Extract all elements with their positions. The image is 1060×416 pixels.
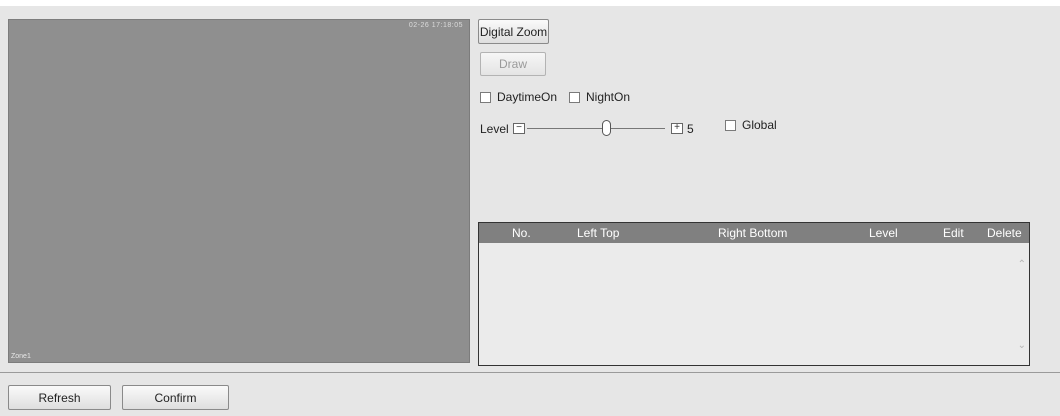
column-header-level: Level	[869, 226, 898, 240]
draw-button[interactable]: Draw	[480, 52, 546, 76]
global-checkbox-label: Global	[742, 118, 777, 132]
zone-table-header: No. Left Top Right Bottom Level Edit Del…	[479, 223, 1029, 243]
column-header-no: No.	[512, 226, 531, 240]
settings-panel: 02-26 17:18:05 Zone1 Digital Zoom Draw D…	[0, 6, 1060, 372]
night-checkbox[interactable]: NightOn	[569, 90, 630, 104]
level-label: Level	[480, 122, 509, 136]
level-slider-thumb[interactable]	[601, 120, 611, 136]
zone-table: No. Left Top Right Bottom Level Edit Del…	[478, 222, 1030, 366]
daytime-checkbox[interactable]: DaytimeOn	[480, 90, 557, 104]
column-header-delete: Delete	[987, 226, 1022, 240]
osd-zone-label: Zone1	[11, 353, 31, 360]
column-header-edit: Edit	[943, 226, 964, 240]
column-header-left-top: Left Top	[577, 226, 620, 240]
global-checkbox[interactable]: Global	[725, 118, 777, 132]
confirm-button[interactable]: Confirm	[122, 385, 229, 410]
video-preview[interactable]: 02-26 17:18:05 Zone1	[8, 19, 470, 363]
daytime-checkbox-box[interactable]	[480, 91, 491, 103]
level-slider-track[interactable]	[527, 128, 665, 129]
night-checkbox-box[interactable]	[569, 91, 580, 103]
footer-bar: Refresh Confirm	[0, 373, 1060, 416]
refresh-button[interactable]: Refresh	[8, 385, 111, 410]
digital-zoom-button[interactable]: Digital Zoom	[478, 19, 549, 44]
global-checkbox-box[interactable]	[725, 119, 736, 131]
osd-timestamp: 02-26 17:18:05	[408, 22, 463, 29]
night-checkbox-label: NightOn	[586, 90, 631, 104]
scroll-down-icon[interactable]: ⌄	[1018, 340, 1026, 351]
column-header-right-bottom: Right Bottom	[718, 226, 788, 240]
level-decrease-button[interactable]: −	[513, 123, 525, 134]
daytime-checkbox-label: DaytimeOn	[497, 90, 558, 104]
level-increase-button[interactable]: +	[671, 123, 683, 134]
scroll-up-icon[interactable]: ⌃	[1018, 259, 1026, 270]
level-value: 5	[687, 122, 694, 136]
